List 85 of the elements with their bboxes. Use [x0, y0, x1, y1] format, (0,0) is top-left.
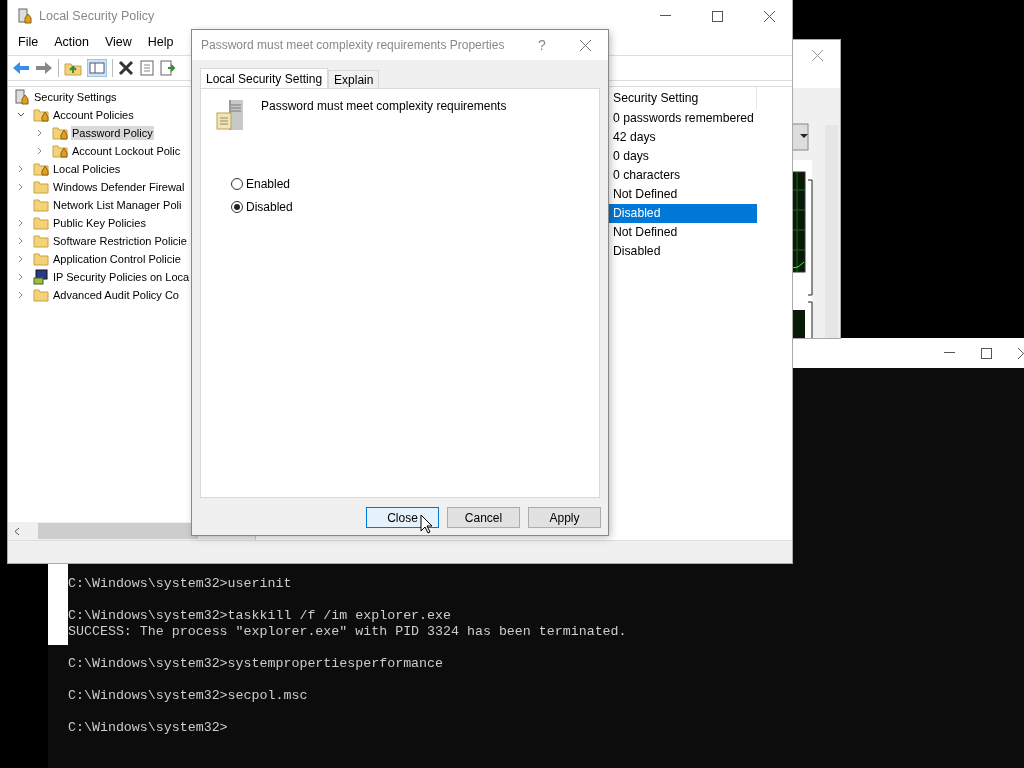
- expand-chevron-icon[interactable]: [36, 129, 44, 137]
- locked-folder-icon: [52, 143, 68, 159]
- tree-item[interactable]: Security Settings: [33, 90, 118, 104]
- policy-name: Password must meet complexity requirements: [261, 99, 507, 115]
- tree-item[interactable]: Advanced Audit Policy Co: [52, 288, 180, 302]
- tree-item[interactable]: Account Policies: [52, 108, 135, 122]
- tree-item[interactable]: Windows Defender Firewal: [52, 180, 186, 194]
- locked-folder-icon: [33, 107, 49, 123]
- folder-icon: [33, 251, 49, 267]
- console-line: C:\Windows\system32>taskkill /f /im explorer.exe: [68, 608, 452, 624]
- radio-option[interactable]: Disabled: [231, 200, 585, 214]
- scrollbar[interactable]: [825, 125, 838, 338]
- dialog-title: Password must meet complexity requirements Properties: [201, 38, 506, 52]
- folder-icon: [33, 287, 49, 303]
- tree-item[interactable]: Local Policies: [52, 162, 122, 176]
- maximize-icon[interactable]: [981, 347, 992, 359]
- delete-icon[interactable]: [118, 60, 134, 76]
- table-cell[interactable]: Disabled: [608, 242, 757, 261]
- expand-chevron-icon[interactable]: [17, 255, 25, 263]
- console-line: C:\Windows\system32>userinit: [68, 576, 293, 592]
- console-tree-icon[interactable]: [87, 59, 107, 77]
- close-icon[interactable]: [579, 39, 591, 51]
- folder-up-icon[interactable]: [64, 60, 82, 76]
- tree-item[interactable]: Application Control Policie: [52, 252, 182, 266]
- expand-chevron-icon[interactable]: [36, 147, 44, 155]
- console-line: SUCCESS: The process "explorer.exe" with PID 3324 has been terminated.: [68, 624, 627, 640]
- console-line: C:\Windows\system32>systempropertiesperformance: [68, 656, 445, 672]
- menu-item[interactable]: Action: [54, 35, 89, 49]
- forward-arrow-icon[interactable]: [35, 60, 53, 76]
- console-line: C:\Windows\system32>secpol.msc: [68, 688, 309, 704]
- collapse-chevron-icon[interactable]: [17, 111, 25, 119]
- folder-icon: [33, 197, 49, 213]
- monitor-icon: [33, 269, 49, 285]
- table-cell[interactable]: Not Defined: [608, 223, 757, 242]
- tree-item[interactable]: Public Key Policies: [52, 216, 147, 230]
- dialog-button[interactable]: Close: [366, 507, 439, 528]
- minimize-icon[interactable]: [944, 352, 955, 354]
- close-icon[interactable]: [763, 10, 775, 22]
- maximize-icon[interactable]: [711, 10, 723, 22]
- table-cell[interactable]: 0 passwords remembered: [608, 109, 757, 128]
- radio-option[interactable]: Enabled: [231, 177, 585, 191]
- menu-item[interactable]: View: [104, 35, 132, 49]
- folder-icon: [33, 179, 49, 195]
- dialog-button[interactable]: Apply: [528, 507, 601, 528]
- back-arrow-icon[interactable]: [12, 60, 30, 76]
- tree-item[interactable]: Software Restriction Policie: [52, 234, 188, 248]
- window-title: Local Security Policy: [39, 9, 156, 23]
- table-cell[interactable]: Disabled: [608, 204, 757, 223]
- properties-icon[interactable]: [139, 60, 155, 76]
- tab[interactable]: Local Security Setting: [200, 68, 329, 88]
- folder-icon: [33, 233, 49, 249]
- tree-item[interactable]: IP Security Policies on Loca: [52, 270, 191, 284]
- tree-item[interactable]: Network List Manager Poli: [52, 198, 183, 212]
- expand-chevron-icon[interactable]: [17, 237, 25, 245]
- radio-button[interactable]: [231, 201, 243, 213]
- table-cell[interactable]: 42 days: [608, 128, 757, 147]
- graph-line: [792, 261, 805, 269]
- folder-icon: [33, 215, 49, 231]
- dialog-button[interactable]: Cancel: [447, 507, 520, 528]
- console-line: C:\Windows\system32>: [68, 720, 229, 736]
- expand-chevron-icon[interactable]: [17, 219, 25, 227]
- locked-folder-icon: [33, 161, 49, 177]
- scroll-left-icon[interactable]: [14, 526, 20, 536]
- expand-chevron-icon[interactable]: [17, 183, 25, 191]
- policy-document-icon: [14, 89, 30, 105]
- table-cell[interactable]: Not Defined: [608, 185, 757, 204]
- menu-item[interactable]: Help: [147, 35, 174, 49]
- tree-item[interactable]: Password Policy: [71, 126, 154, 140]
- policy-app-icon: [17, 8, 33, 24]
- minimize-icon[interactable]: [659, 15, 671, 17]
- mouse-pointer-icon: [420, 514, 433, 534]
- help-button[interactable]: ?: [522, 37, 562, 53]
- locked-folder-icon: [52, 125, 68, 141]
- table-cell[interactable]: 0 days: [608, 147, 757, 166]
- table-cell[interactable]: 0 characters: [608, 166, 757, 185]
- expand-chevron-icon[interactable]: [17, 165, 25, 173]
- export-list-icon[interactable]: [160, 60, 176, 76]
- close-icon[interactable]: [1018, 347, 1024, 359]
- scrollbar-thumb[interactable]: [38, 523, 198, 539]
- tree-item[interactable]: Account Lockout Polic: [71, 144, 182, 158]
- tab[interactable]: Explain: [328, 70, 380, 88]
- radio-button[interactable]: [231, 178, 243, 190]
- menu-item[interactable]: File: [18, 35, 39, 49]
- expand-chevron-icon[interactable]: [17, 273, 25, 281]
- expand-chevron-icon[interactable]: [17, 291, 25, 299]
